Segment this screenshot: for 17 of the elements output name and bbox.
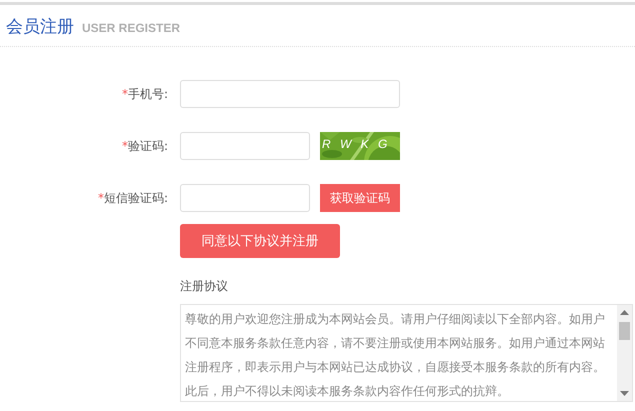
get-code-button[interactable]: 获取验证码 (320, 184, 400, 212)
field-label: *手机号: (120, 86, 168, 102)
agreement-text: 尊敬的用户欢迎您注册成为本网站会员。请用户仔细阅读以下全部内容。如用户不同意本服务条款任意内容，请不要注册或使用本网站服务。如用户通过本网站注册程序，即表示用户与本网站已达成协议，自愿接受本服务条款的所有内容。此后，用户不得以未阅读本服务条款内容作任何形式的抗辩。 (184, 311, 606, 400)
input-field[interactable] (180, 184, 310, 212)
input-field[interactable] (180, 132, 310, 160)
page-subtitle: USER REGISTER (82, 21, 180, 35)
page-title: 会员注册 (6, 16, 74, 38)
input-field[interactable] (180, 80, 400, 108)
scrollbar[interactable] (617, 305, 632, 401)
scroll-thumb[interactable] (619, 322, 630, 340)
scroll-up-icon[interactable] (620, 310, 629, 315)
agreement-title: 注册协议 (180, 278, 229, 295)
register-button[interactable]: 同意以下协议并注册 (180, 224, 340, 258)
scroll-down-icon[interactable] (620, 391, 629, 396)
field-label: *短信验证码: (96, 190, 168, 206)
field-label: *验证码: (120, 138, 168, 154)
captcha-text: R W K G (322, 137, 388, 151)
